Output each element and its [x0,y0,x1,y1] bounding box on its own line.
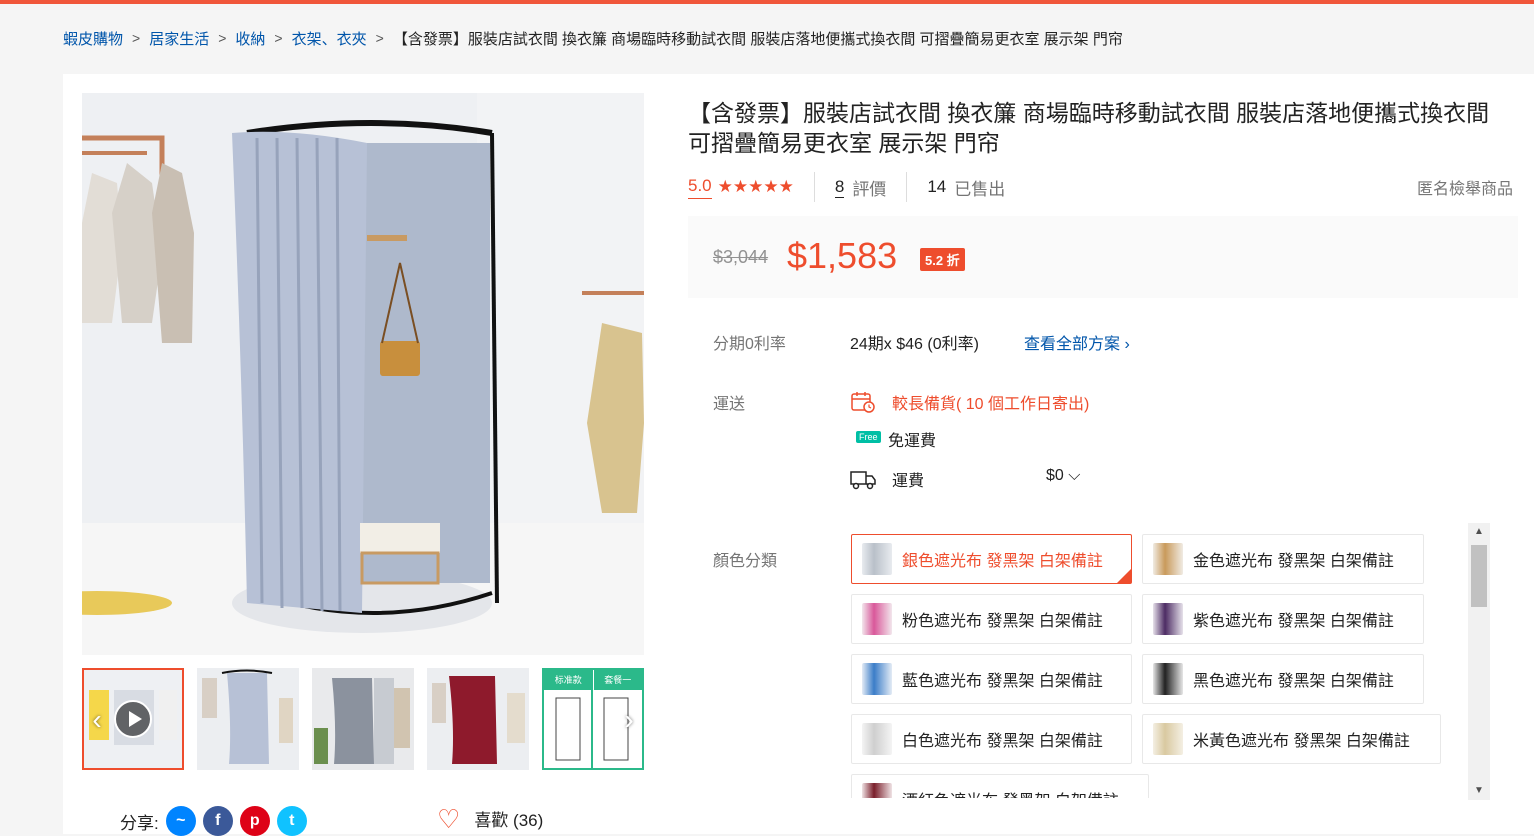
variant-option[interactable]: 紫色遮光布 發黑架 白架備註 [1142,594,1424,644]
breadcrumb-separator: > [132,30,141,46]
variant-swatch [862,723,892,755]
variant-swatch [862,663,892,695]
breadcrumb-shopee[interactable]: 蝦皮購物 [63,28,123,49]
thumbnail-image [427,668,529,770]
shipping-fee-dropdown[interactable]: $0 ⌵ [1046,467,1080,485]
truck-icon [850,467,876,491]
view-all-plans-link[interactable]: 查看全部方案 › [1024,330,1130,354]
breadcrumb-hangers[interactable]: 衣架、衣夾 [292,28,367,49]
variant-options: 銀色遮光布 發黑架 白架備註 金色遮光布 發黑架 白架備註 粉色遮光布 發黑架 … [850,532,1450,798]
variant-option-label: 白色遮光布 發黑架 白架備註 [902,733,1103,750]
variant-swatch [862,603,892,635]
variant-swatch [1153,543,1183,575]
prep-time-row: 較長備貨( 10 個工作日寄出) [850,390,1089,414]
star-rating-icon: ★★★★★ [717,177,794,196]
play-icon[interactable] [114,700,152,738]
original-price: $3,044 [713,247,769,267]
variant-option-label: 粉色遮光布 發黑架 白架備註 [902,613,1103,630]
free-shipping-row: Free 免運費 [850,427,936,451]
variant-option[interactable]: 銀色遮光布 發黑架 白架備註 [851,534,1132,584]
installment-value: 24期x $46 (0利率) [850,336,979,353]
variant-swatch [862,783,892,798]
variant-option[interactable]: 金色遮光布 發黑架 白架備註 [1142,534,1424,584]
variant-option-label: 酒紅色遮光布 發黑架 白架備註 [902,787,1119,798]
shipping-fee-row: 運費 [850,467,924,491]
variant-option[interactable]: 米黃色遮光布 發黑架 白架備註 [1142,714,1441,764]
variant-option[interactable]: 酒紅色遮光布 發黑架 白架備註 [851,774,1149,798]
installment-label: 分期0利率 [713,336,786,353]
shipping-fee-label: 運費 [892,473,925,490]
variant-swatch [1153,603,1183,635]
current-price: $1,583 [787,235,898,276]
breadcrumb-home-living[interactable]: 居家生活 [149,28,209,49]
divider [906,172,908,202]
variant-option-label: 金色遮光布 發黑架 白架備註 [1193,553,1394,570]
product-title: 【含發票】服裝店試衣間 換衣簾 商場臨時移動試衣間 服裝店落地便攜式換衣間 可摺… [688,100,1490,156]
variant-option-label: 紫色遮光布 發黑架 白架備註 [1193,613,1394,630]
pinterest-icon[interactable]: p [239,806,270,836]
breadcrumb: 蝦皮購物 > 居家生活 > 收納 > 衣架、衣夾 > 【含發票】服裝店試衣間 換… [63,26,1123,50]
review-label: 評價 [852,179,887,199]
fitting-room-illustration [82,93,644,655]
prev-image-arrow[interactable]: ‹ [82,700,112,740]
breadcrumb-storage[interactable]: 收納 [235,28,265,49]
messenger-icon[interactable]: ~ [165,806,196,836]
variant-option-label: 米黃色遮光布 發黑架 白架備註 [1193,733,1410,750]
facebook-icon[interactable]: f [202,806,233,836]
variant-label: 顏色分類 [713,553,778,570]
review-count[interactable]: 8 [834,177,845,198]
thumbnail-3[interactable] [312,668,414,770]
report-product-link[interactable]: 匿名檢舉商品 [1417,175,1513,199]
share-row: 分享: ~ f p t [120,806,307,836]
thumbnail-image [197,668,299,770]
variant-option[interactable]: 黑色遮光布 發黑架 白架備註 [1142,654,1424,704]
thumbnail-2[interactable] [197,668,299,770]
share-label: 分享: [120,813,159,833]
scroll-up-arrow-icon[interactable]: ▲ [1468,523,1490,541]
next-image-arrow[interactable]: › [614,700,644,740]
free-shipping-truck-icon: Free [850,427,881,451]
like-label: 喜歡 (36) [474,811,544,830]
breadcrumb-separator: > [218,30,227,46]
variant-option[interactable]: 藍色遮光布 發黑架 白架備註 [851,654,1132,704]
thumbnail-4[interactable] [427,668,529,770]
breadcrumb-separator: > [375,30,384,46]
breadcrumb-current: 【含發票】服裝店試衣間 換衣簾 商場臨時移動試衣間 服裝店落地便攜式換衣間 可摺… [392,30,1123,48]
variant-option[interactable]: 白色遮光布 發黑架 白架備註 [851,714,1132,764]
prep-time-note: 較長備貨( 10 個工作日寄出) [892,396,1090,413]
sold-count: 14 [927,177,947,196]
rating-value[interactable]: 5.0 [688,176,712,199]
divider [813,172,815,202]
free-shipping-label: 免運費 [888,433,937,450]
selected-check-icon [1117,569,1131,583]
variant-swatch [862,543,892,575]
thumbnail-image [312,668,414,770]
variant-option[interactable]: 粉色遮光布 發黑架 白架備註 [851,594,1132,644]
top-accent-bar [0,0,1534,4]
twitter-icon[interactable]: t [276,806,307,836]
thumbnail-label-standard: 标准款 [544,670,594,690]
calendar-clock-icon [850,390,876,414]
main-product-image[interactable] [82,93,644,655]
product-stats: 5.0 ★★★★★ 8 評價 14 已售出 匿名檢舉商品 [688,172,1513,202]
discount-badge: 5.2 折 [920,248,965,271]
variant-option-label: 銀色遮光布 發黑架 白架備註 [902,553,1103,570]
shipping-label: 運送 [713,396,746,413]
sold-label: 已售出 [954,179,1006,199]
variant-scrollbar[interactable]: ▲ ▼ [1468,523,1490,800]
variant-option-label: 黑色遮光布 發黑架 白架備註 [1193,673,1394,690]
free-badge: Free [856,431,881,443]
thumbnail-label-package: 套餐一 [604,675,632,685]
breadcrumb-separator: > [274,30,283,46]
scrollbar-thumb[interactable] [1471,545,1487,607]
variant-option-label: 藍色遮光布 發黑架 白架備註 [902,673,1103,690]
variant-swatch [1153,723,1183,755]
scroll-down-arrow-icon[interactable]: ▼ [1468,782,1490,800]
variant-swatch [1153,663,1183,695]
heart-icon: ♡ [437,803,461,834]
like-button[interactable]: ♡ 喜歡 (36) [437,803,544,834]
